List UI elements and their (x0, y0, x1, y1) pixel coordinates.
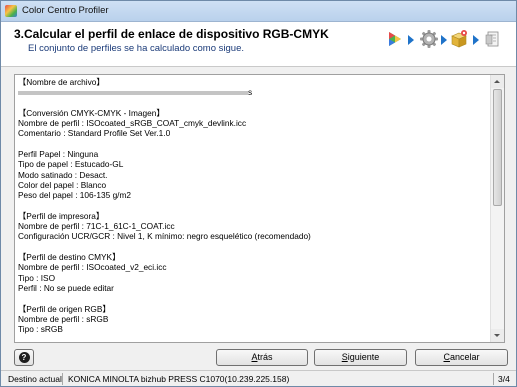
summary-line: Tipo : ISO (18, 272, 56, 283)
export-icon (485, 31, 499, 47)
scroll-thumb[interactable] (493, 89, 502, 206)
profile-summary-text: 【Nombre de archivo】 s 【Conversión CMYK-CMY… (18, 77, 490, 341)
summary-line: 【Perfil de destino CMYK】 (18, 252, 121, 263)
scroll-down-button[interactable] (491, 329, 504, 342)
summary-line: Tipo : sRGB (18, 324, 63, 335)
summary-line: 【Perfil de impresora】 (18, 210, 105, 221)
step-arrow (408, 35, 414, 45)
summary-line: 【Conversión CMYK-CMYK - Imagen】 (18, 107, 165, 118)
summary-line (18, 201, 490, 211)
status-divider (493, 373, 494, 385)
summary-line: Nombre de perfil : ISOcoated_v2_eci.icc (18, 262, 167, 273)
summary-line: Peso del papel : 106-135 g/m2 (18, 190, 132, 201)
status-bar: Destino actual KONICA MINOLTA bizhub PRE… (1, 370, 516, 386)
summary-line (18, 139, 490, 149)
back-button[interactable]: Atrás (216, 349, 308, 366)
summary-line: s (18, 87, 490, 97)
summary-line (18, 293, 490, 303)
summary-line: Color del papel : Blanco (18, 179, 107, 190)
summary-line: Configuración UCR/GCR : Nivel 1, K mínim… (18, 231, 311, 242)
summary-line: Perfil : No se puede editar (18, 282, 114, 293)
package-icon (451, 30, 467, 48)
summary-line: Nombre de perfil : ISOcoated_sRGB_COAT_c… (18, 118, 247, 129)
summary-line: 【Perfil de origen RGB】 (18, 303, 111, 314)
next-button[interactable]: Siguiente (314, 349, 407, 366)
profiler-window: Color Centro Profiler 3.Calcular el perf… (0, 0, 517, 387)
summary-line: Comentario : Standard Profile Set Ver.1.… (18, 128, 171, 139)
wizard-steps (385, 22, 515, 56)
status-divider (62, 373, 63, 385)
profile-color-icon (389, 32, 401, 46)
profile-summary-panel[interactable]: 【Nombre de archivo】 s 【Conversión CMYK-CMY… (14, 74, 505, 343)
scroll-up-button[interactable] (491, 75, 504, 88)
cancel-button[interactable]: Cancelar (415, 349, 508, 366)
step-title: 3.Calcular el perfil de enlace de dispos… (14, 27, 329, 41)
app-icon (5, 5, 17, 17)
vertical-scrollbar[interactable] (490, 75, 504, 342)
current-printer: KONICA MINOLTA bizhub PRESS C1070(10.239… (68, 374, 290, 384)
summary-line (18, 98, 490, 108)
summary-line (18, 242, 490, 252)
title-bar[interactable]: Color Centro Profiler (1, 1, 516, 22)
page-indicator: 3/4 (498, 374, 510, 384)
step-arrow (441, 35, 447, 45)
step-subtitle: El conjunto de perfiles se ha calculado … (28, 43, 244, 54)
window-title: Color Centro Profiler (22, 5, 109, 16)
summary-line: Tipo de papel : Estucado-GL (18, 159, 124, 170)
help-button[interactable]: ? (14, 349, 34, 366)
wizard-header: 3.Calcular el perfil de enlace de dispos… (1, 22, 516, 67)
summary-line: Nombre de perfil : 71C-1_61C-1_COAT.icc (18, 221, 175, 232)
redacted-filename (18, 91, 248, 96)
summary-line: Perfil Papel : Ninguna (18, 149, 99, 160)
gear-icon (420, 30, 438, 48)
filename-suffix: s (248, 87, 253, 98)
help-icon: ? (18, 352, 30, 363)
summary-line: Modo satinado : Desact. (18, 169, 108, 180)
summary-line: Nombre de perfil : sRGB (18, 313, 109, 324)
status-label: Destino actual (8, 374, 62, 384)
step-arrow (473, 35, 479, 45)
summary-line: 【Nombre de archivo】 (18, 77, 105, 87)
